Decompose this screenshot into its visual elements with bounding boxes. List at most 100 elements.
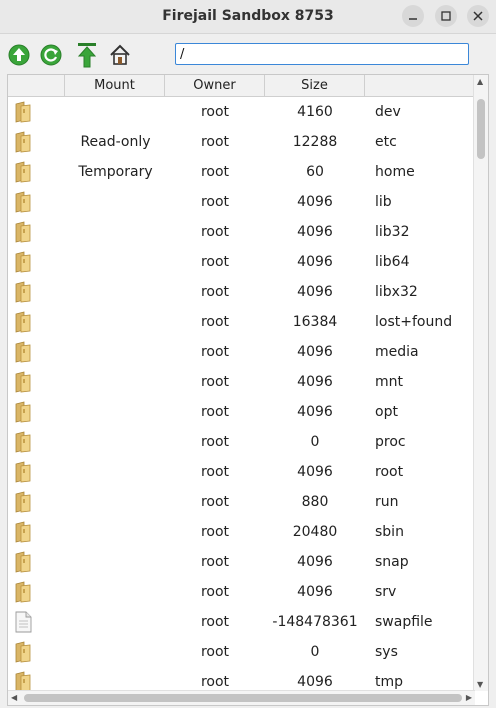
folder-icon bbox=[12, 277, 34, 307]
header-icon-column[interactable] bbox=[8, 75, 65, 96]
vertical-scrollbar[interactable]: ▲ ▼ bbox=[473, 75, 488, 691]
owner-cell: root bbox=[200, 104, 230, 120]
owner-cell: root bbox=[200, 614, 230, 630]
vertical-scroll-thumb[interactable] bbox=[477, 99, 485, 159]
folder-icon bbox=[12, 577, 34, 607]
table-row[interactable]: root 4096 lib64 bbox=[8, 247, 475, 277]
table-row[interactable]: root 4096 opt bbox=[8, 397, 475, 427]
name-cell: media bbox=[375, 344, 419, 360]
mount-cell bbox=[64, 457, 167, 487]
size-cell: 4096 bbox=[297, 344, 333, 360]
header-owner[interactable]: Owner bbox=[165, 75, 265, 96]
folder-icon bbox=[12, 547, 34, 577]
scroll-right-icon[interactable]: ▶ bbox=[466, 693, 472, 702]
folder-icon bbox=[12, 247, 34, 277]
table-row[interactable]: root 4096 media bbox=[8, 337, 475, 367]
mount-cell bbox=[64, 487, 167, 517]
mount-cell bbox=[64, 187, 167, 217]
maximize-icon[interactable] bbox=[435, 5, 457, 27]
table-row[interactable]: root 4096 libx32 bbox=[8, 277, 475, 307]
home-icon[interactable] bbox=[107, 42, 133, 68]
size-cell: 4096 bbox=[297, 374, 333, 390]
size-cell: 4096 bbox=[297, 554, 333, 570]
mount-cell bbox=[64, 217, 167, 247]
mount-cell bbox=[64, 577, 167, 607]
scroll-left-icon[interactable]: ◀ bbox=[11, 693, 17, 702]
name-cell: etc bbox=[375, 134, 397, 150]
mount-cell bbox=[64, 607, 167, 637]
name-cell: srv bbox=[375, 584, 397, 600]
table-row[interactable]: root -148478361 swapfile bbox=[8, 607, 475, 637]
table-row[interactable]: root 0 sys bbox=[8, 637, 475, 667]
mount-cell bbox=[64, 307, 167, 337]
mount-cell bbox=[64, 367, 167, 397]
owner-cell: root bbox=[200, 254, 230, 270]
table-row[interactable]: Read-only root 12288 etc bbox=[8, 127, 475, 157]
owner-cell: root bbox=[200, 494, 230, 510]
name-cell: sys bbox=[375, 644, 398, 660]
name-cell: mnt bbox=[375, 374, 403, 390]
table-row[interactable]: Temporary root 60 home bbox=[8, 157, 475, 187]
owner-cell: root bbox=[200, 314, 230, 330]
table-row[interactable]: root 880 run bbox=[8, 487, 475, 517]
owner-cell: root bbox=[200, 374, 230, 390]
name-cell: dev bbox=[375, 104, 401, 120]
table-row[interactable]: root 4096 snap bbox=[8, 547, 475, 577]
table-row[interactable]: root 4096 srv bbox=[8, 577, 475, 607]
owner-cell: root bbox=[200, 554, 230, 570]
header-name[interactable] bbox=[365, 75, 475, 96]
table-body: root 4160 dev Read-only root 12288 etc Temporar… bbox=[8, 97, 475, 697]
table-row[interactable]: root 4096 lib32 bbox=[8, 217, 475, 247]
name-cell: swapfile bbox=[375, 614, 433, 630]
table-row[interactable]: root 4096 root bbox=[8, 457, 475, 487]
folder-icon bbox=[12, 127, 34, 157]
folder-icon bbox=[12, 367, 34, 397]
table-row[interactable]: root 4160 dev bbox=[8, 97, 475, 127]
table-row[interactable]: root 4096 mnt bbox=[8, 367, 475, 397]
table-row[interactable]: root 16384 lost+found bbox=[8, 307, 475, 337]
table-header: Mount Owner Size bbox=[8, 75, 475, 97]
owner-cell: root bbox=[200, 434, 230, 450]
close-icon[interactable] bbox=[467, 5, 489, 27]
scroll-down-icon[interactable]: ▼ bbox=[477, 680, 483, 689]
owner-cell: root bbox=[200, 134, 230, 150]
refresh-icon[interactable] bbox=[38, 42, 64, 68]
folder-icon bbox=[12, 337, 34, 367]
up-circle-icon[interactable] bbox=[6, 42, 32, 68]
minimize-icon[interactable] bbox=[402, 5, 424, 27]
header-mount[interactable]: Mount bbox=[65, 75, 165, 96]
folder-icon bbox=[12, 517, 34, 547]
folder-icon bbox=[12, 487, 34, 517]
folder-icon bbox=[12, 397, 34, 427]
name-cell: snap bbox=[375, 554, 409, 570]
size-cell: 12288 bbox=[292, 134, 338, 150]
file-table: Mount Owner Size root 4160 dev Read-only roo… bbox=[7, 74, 489, 706]
size-cell: 4096 bbox=[297, 404, 333, 420]
table-row[interactable]: root 4096 lib bbox=[8, 187, 475, 217]
file-icon bbox=[12, 607, 34, 637]
mount-cell: Temporary bbox=[78, 164, 153, 180]
owner-cell: root bbox=[200, 524, 230, 540]
size-cell: 0 bbox=[310, 644, 320, 660]
mount-cell bbox=[64, 277, 167, 307]
owner-cell: root bbox=[200, 224, 230, 240]
mount-cell bbox=[64, 247, 167, 277]
mount-cell bbox=[64, 637, 167, 667]
name-cell: opt bbox=[375, 404, 398, 420]
horizontal-scrollbar[interactable]: ◀ ▶ bbox=[8, 690, 475, 705]
folder-icon bbox=[12, 157, 34, 187]
name-cell: root bbox=[375, 464, 404, 480]
header-size[interactable]: Size bbox=[265, 75, 365, 96]
owner-cell: root bbox=[200, 284, 230, 300]
scroll-up-icon[interactable]: ▲ bbox=[477, 77, 483, 86]
name-cell: lib32 bbox=[375, 224, 410, 240]
horizontal-scroll-thumb[interactable] bbox=[24, 694, 462, 702]
table-row[interactable]: root 20480 sbin bbox=[8, 517, 475, 547]
path-input[interactable] bbox=[175, 43, 469, 65]
go-top-icon[interactable] bbox=[74, 42, 100, 68]
size-cell: -148478361 bbox=[272, 614, 358, 630]
size-cell: 0 bbox=[310, 434, 320, 450]
table-row[interactable]: root 0 proc bbox=[8, 427, 475, 457]
size-cell: 4096 bbox=[297, 584, 333, 600]
folder-icon bbox=[12, 637, 34, 667]
